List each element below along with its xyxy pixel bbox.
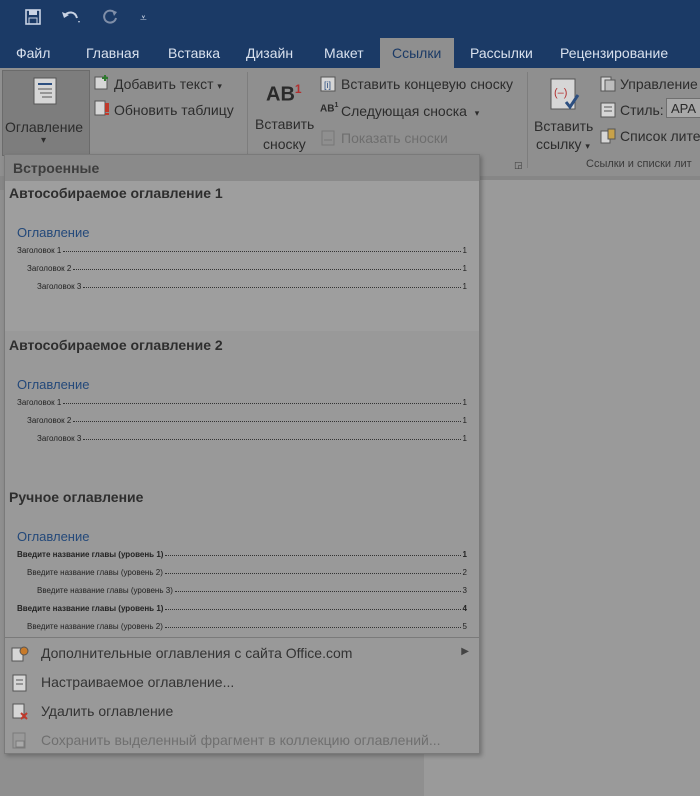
preview-toc-line: Введите название главы (уровень 1) 4	[17, 604, 467, 613]
preview-toc-line: Заголовок 21	[27, 416, 467, 425]
chevron-down-icon: ▾	[41, 135, 47, 146]
toc-gallery-item-auto2[interactable]: Автособираемое оглавление 2 Оглавление З…	[5, 333, 479, 483]
insert-citation-label-2: ссылку	[536, 136, 582, 152]
update-table-button[interactable]: Обновить таблицу	[114, 102, 234, 118]
toc-gallery-item-auto1[interactable]: Автособираемое оглавление 1 Оглавление З…	[5, 181, 479, 331]
submenu-arrow-icon: ▶	[461, 646, 469, 657]
manage-sources-icon	[600, 76, 616, 92]
preview-toc-line: Введите название главы (уровень 3) 3	[37, 586, 467, 595]
preview-toc-line: Заголовок 11	[17, 246, 467, 255]
toc-gallery-item-manual[interactable]: Ручное оглавление Оглавление Введите наз…	[5, 485, 479, 635]
custom-toc-icon	[11, 674, 29, 692]
endnote-icon: [i]	[320, 76, 336, 92]
customize-qat-icon[interactable]: ⩡	[140, 8, 147, 28]
insert-footnote-button[interactable]: Вставить	[255, 116, 314, 132]
gallery-item-title: Автособираемое оглавление 2	[9, 337, 223, 353]
svg-text:(–): (–)	[554, 87, 567, 99]
next-footnote-button[interactable]: Следующая сноска ▾	[341, 103, 479, 119]
insert-citation-label-2-row: ссылку ▾	[536, 136, 590, 152]
save-selection-label: Сохранить выделенный фрагмент в коллекци…	[41, 732, 441, 748]
toc-gallery: Встроенные Автособираемое оглавление 1 О…	[4, 154, 480, 754]
custom-toc-label: Настраиваемое оглавление...	[41, 674, 235, 690]
preview-toc-line: Введите название главы (уровень 2) 2	[27, 568, 467, 577]
more-tocs-office-label: Дополнительные оглавления с сайта Office…	[41, 645, 353, 661]
dialog-launcher-icon[interactable]: ◲	[514, 160, 523, 171]
tab-layout[interactable]: Макет	[312, 38, 376, 68]
show-notes-icon	[320, 130, 336, 146]
preview-toc-line: Введите название главы (уровень 1) 1	[17, 550, 467, 559]
next-footnote-label: Следующая сноска	[341, 103, 467, 119]
tab-file[interactable]: Файл	[4, 38, 62, 68]
insert-citation-icon: (–)	[550, 78, 580, 117]
office-toc-icon	[11, 645, 29, 663]
toc-button-label: Оглавление	[5, 119, 84, 135]
tab-review[interactable]: Рецензирование	[548, 38, 680, 68]
preview-toc-line: Заголовок 31	[37, 434, 467, 443]
bibliography-button[interactable]: Список лите	[620, 128, 700, 144]
title-bar: ⩡	[0, 0, 700, 38]
preview-toc-line: Заголовок 11	[17, 398, 467, 407]
remove-toc-icon	[11, 703, 29, 721]
group-label-citations: Ссылки и списки лит	[586, 158, 692, 170]
toc-button[interactable]: Оглавление ▾	[2, 70, 90, 156]
svg-text:[i]: [i]	[324, 80, 331, 90]
add-text-icon	[94, 74, 110, 90]
custom-toc-item[interactable]: Настраиваемое оглавление...	[5, 669, 479, 697]
next-footnote-icon: AB1	[320, 102, 339, 115]
gallery-item-title: Автособираемое оглавление 1	[9, 185, 223, 201]
redo-icon[interactable]	[102, 8, 120, 32]
insert-footnote-label-1: Вставить	[255, 116, 315, 132]
update-table-icon	[94, 100, 110, 116]
save-icon[interactable]	[24, 8, 42, 32]
undo-icon[interactable]	[60, 8, 82, 32]
preview-toc-line: Введите название главы (уровень 2) 5	[27, 622, 467, 631]
preview-toc-line: Заголовок 31	[37, 282, 467, 291]
manage-sources-button[interactable]: Управление	[620, 76, 698, 92]
insert-endnote-button[interactable]: Вставить концевую сноску	[341, 76, 513, 92]
insert-footnote-icon: AB1	[266, 82, 302, 106]
bibliography-icon	[600, 128, 616, 144]
chevron-down-icon: ▾	[217, 81, 222, 91]
tab-insert[interactable]: Вставка	[156, 38, 232, 68]
preview-heading: Оглавление	[17, 377, 90, 392]
add-text-button[interactable]: Добавить текст ▾	[114, 76, 222, 92]
insert-footnote-label-2: сноску	[263, 136, 306, 152]
save-selection-item[interactable]: Сохранить выделенный фрагмент в коллекци…	[5, 727, 479, 755]
remove-toc-item[interactable]: Удалить оглавление	[5, 698, 479, 726]
insert-citation-button[interactable]: Вставить	[534, 118, 593, 134]
tab-home[interactable]: Главная	[74, 38, 151, 68]
preview-toc-line: Заголовок 21	[27, 264, 467, 273]
remove-toc-label: Удалить оглавление	[41, 703, 174, 719]
menu-divider	[5, 637, 479, 638]
insert-citation-label-1: Вставить	[534, 118, 594, 134]
gallery-header: Встроенные	[5, 155, 479, 181]
ribbon-tabs: Файл Главная Вставка Дизайн Макет Ссылки…	[0, 38, 700, 68]
save-selection-icon	[11, 732, 29, 750]
chevron-down-icon: ▾	[474, 108, 480, 118]
show-notes-button[interactable]: Показать сноски	[341, 130, 448, 146]
toc-icon	[33, 77, 57, 105]
tab-mailings[interactable]: Рассылки	[458, 38, 545, 68]
preview-heading: Оглавление	[17, 529, 90, 544]
tab-design[interactable]: Дизайн	[234, 38, 305, 68]
more-tocs-office-item[interactable]: Дополнительные оглавления с сайта Office…	[5, 640, 479, 668]
chevron-down-icon: ▾	[585, 141, 590, 151]
style-icon	[600, 102, 616, 118]
add-text-label: Добавить текст	[114, 76, 214, 92]
tab-references[interactable]: Ссылки	[380, 38, 454, 68]
style-label: Стиль:	[620, 102, 664, 118]
preview-heading: Оглавление	[17, 225, 90, 240]
style-select[interactable]: APA	[666, 98, 700, 118]
ribbon-separator	[527, 72, 528, 168]
gallery-item-title: Ручное оглавление	[9, 489, 144, 505]
